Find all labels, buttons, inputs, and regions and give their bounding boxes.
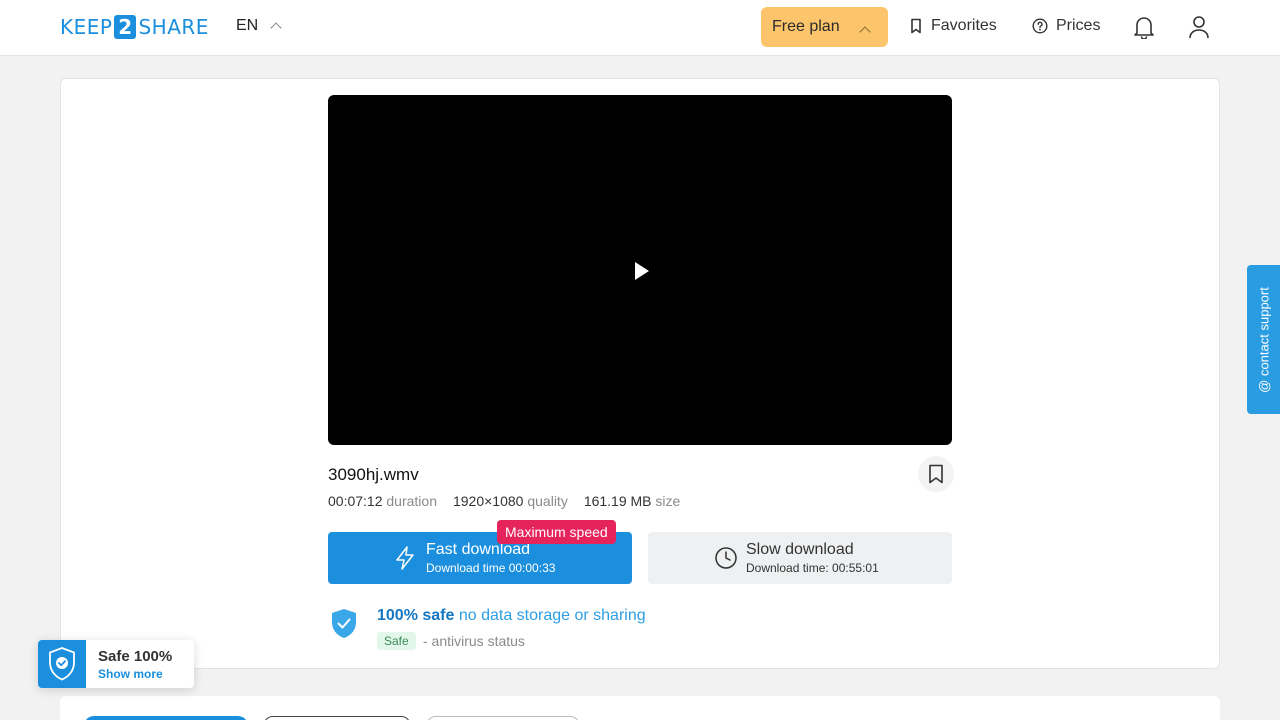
top-header: KEEP 2 SHARE EN Free plan Favorites Pric… — [0, 0, 1280, 56]
user-icon — [1189, 16, 1209, 39]
quality-label: quality — [527, 493, 568, 509]
plan-label: Free plan — [772, 18, 840, 35]
quality-value: 1920×1080 — [452, 493, 524, 509]
size-value: 161.19 MB — [583, 493, 652, 509]
logo-text-2: 2 — [114, 15, 137, 39]
tab-pill-active[interactable] — [84, 716, 248, 720]
safe-widget-title: Safe 100% — [98, 648, 173, 665]
safe-widget[interactable]: Safe 100% Show more — [38, 640, 194, 688]
logo-text-share: SHARE — [138, 15, 209, 39]
play-icon[interactable] — [635, 262, 649, 280]
slow-download-time: Download time: 00:55:01 — [746, 561, 879, 575]
safe-status-badge: Safe — [377, 632, 416, 650]
file-name: 3090hj.wmv — [328, 465, 419, 484]
contact-support-label: @ contact support — [1256, 286, 1271, 393]
quality-info: 1920×1080 quality — [453, 493, 568, 509]
free-plan-button[interactable]: Free plan — [761, 7, 888, 47]
account-button[interactable] — [1186, 14, 1212, 40]
shield-check-icon — [332, 609, 356, 638]
safety-headline: 100% safe no data storage or sharing — [377, 607, 646, 625]
duration-info: 00:07:12 duration — [328, 493, 437, 509]
video-player[interactable] — [328, 95, 952, 445]
bookmark-icon — [911, 18, 921, 34]
safety-light: no data storage or sharing — [458, 607, 646, 624]
shield-check-icon — [38, 640, 86, 688]
fast-download-time: Download time 00:00:33 — [426, 561, 556, 575]
bookmark-icon — [929, 464, 943, 484]
bell-icon — [1134, 17, 1154, 39]
language-label: EN — [236, 17, 259, 34]
slow-download-title: Slow download — [746, 541, 854, 558]
size-info: 161.19 MB size — [584, 493, 681, 509]
add-to-favorites-button[interactable] — [918, 456, 954, 492]
language-selector[interactable]: EN — [236, 17, 282, 35]
prices-label: Prices — [1056, 17, 1101, 34]
chevron-up-icon — [270, 22, 282, 34]
maximum-speed-badge: Maximum speed — [497, 520, 616, 544]
contact-support-tab[interactable]: @ contact support — [1247, 265, 1280, 414]
lightning-icon — [396, 546, 414, 570]
tab-pill[interactable] — [426, 716, 580, 720]
clock-icon — [715, 547, 737, 569]
prices-link[interactable]: Prices — [1032, 17, 1100, 35]
show-more-link[interactable]: Show more — [98, 667, 163, 681]
keep2share-logo[interactable]: KEEP 2 SHARE — [60, 15, 209, 39]
antivirus-status-label: - antivirus status — [423, 633, 525, 649]
favorites-label: Favorites — [931, 17, 997, 34]
notifications-button[interactable] — [1131, 14, 1157, 40]
logo-text-keep: KEEP — [60, 15, 113, 39]
favorites-link[interactable]: Favorites — [909, 17, 997, 35]
duration-value: 00:07:12 — [328, 493, 383, 509]
tab-pill[interactable] — [263, 716, 411, 720]
safety-strong: 100% safe — [377, 607, 455, 624]
slow-download-button[interactable]: Slow download Download time: 00:55:01 — [648, 532, 952, 584]
file-meta: 00:07:12 duration 1920×1080 quality 161.… — [328, 493, 680, 509]
size-label: size — [655, 493, 681, 509]
help-circle-icon — [1032, 18, 1048, 34]
duration-label: duration — [386, 493, 437, 509]
chevron-up-icon — [859, 26, 871, 38]
